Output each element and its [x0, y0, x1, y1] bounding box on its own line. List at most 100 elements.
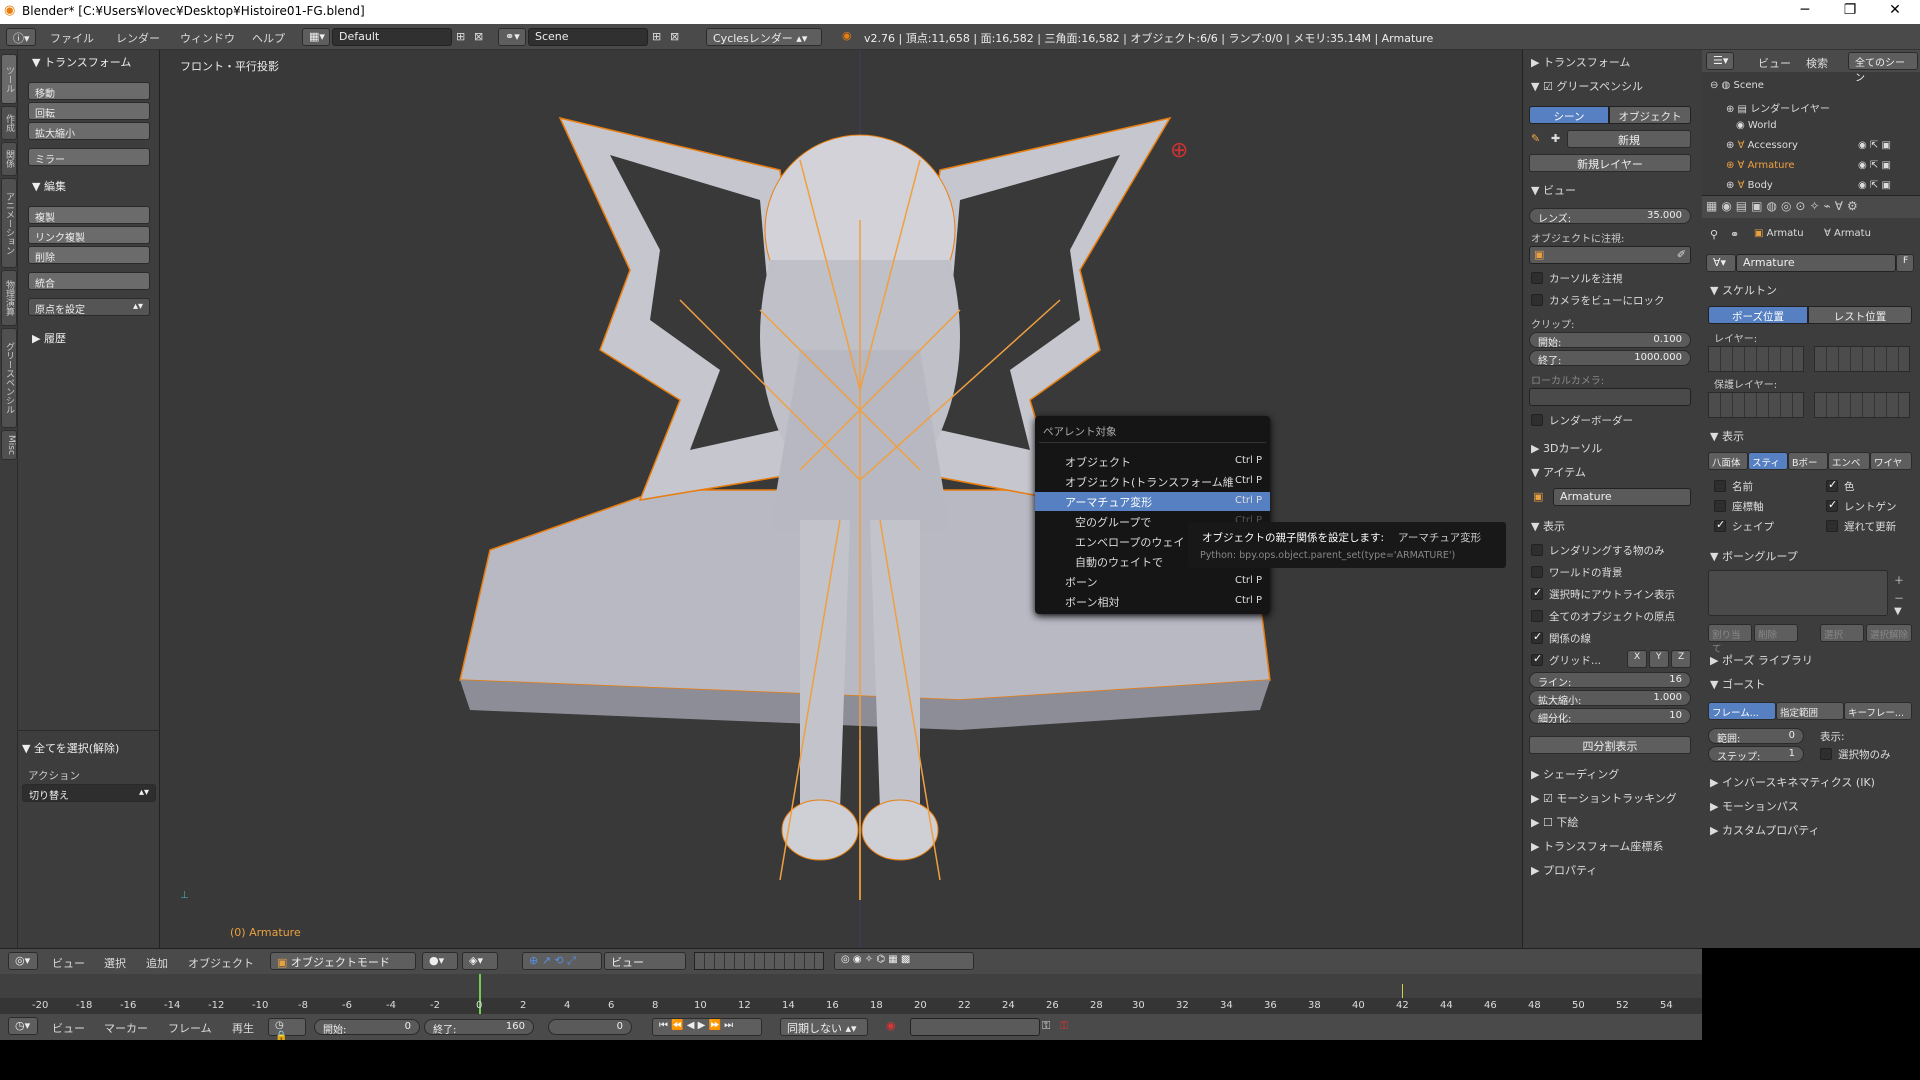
tab-grease-pencil[interactable]: グリースペンシル [1, 328, 17, 428]
display-envelope-tab[interactable]: エンベ [1828, 452, 1870, 470]
scale-button[interactable]: 拡大縮小 [28, 122, 150, 140]
preview-range-icon[interactable]: ◷ 🔒 [268, 1018, 306, 1042]
frame-start-field[interactable]: 開始: 0 [314, 1019, 420, 1036]
history-header[interactable]: ▶ 履歴 [32, 330, 66, 346]
transform-orientation-select[interactable]: ビュー [604, 952, 686, 970]
close-button[interactable]: ✕ [1880, 2, 1910, 18]
visibility-icon[interactable]: ◉ ⇱ ▣ [1858, 180, 1891, 191]
menu-help[interactable]: ヘルプ [252, 30, 285, 46]
add-group-icon[interactable]: ＋ [1894, 572, 1904, 587]
remove-scene-icon[interactable]: ⊠ [670, 30, 679, 43]
add-layout-icon[interactable]: ⊞ [456, 30, 465, 43]
tl-frame-menu[interactable]: フレーム [168, 1020, 212, 1036]
view-menu[interactable]: ビュー [52, 955, 85, 971]
axis-x-toggle[interactable]: X [1627, 650, 1647, 668]
context-icons[interactable]: ▦◉▤▣◍◎⊙✧⌁∀⚙ [1706, 199, 1862, 213]
rp-transform-header[interactable]: ▶ トランスフォーム [1531, 54, 1630, 70]
axes-checkbox[interactable] [1714, 500, 1726, 512]
grid-subdiv-field[interactable]: 細分化: 10 [1529, 708, 1691, 725]
custom-props-header[interactable]: ▶ カスタムプロパティ [1710, 822, 1820, 838]
item-name-field[interactable]: Armature [1553, 488, 1691, 506]
grid-scale-field[interactable]: 拡大縮小: 1.000 [1529, 690, 1691, 707]
pivot-select[interactable]: ◈▾ [462, 952, 498, 970]
display-header[interactable]: ▼ 表示 [1710, 428, 1744, 444]
bone-groups-list[interactable] [1708, 570, 1888, 616]
local-camera-field[interactable] [1529, 388, 1691, 406]
shapes-checkbox[interactable] [1714, 518, 1726, 532]
edit-header[interactable]: ▼ 編集 [32, 178, 66, 194]
shading-select[interactable]: ●▾ [422, 952, 458, 970]
all-scenes-select[interactable]: 全てのシーン [1848, 52, 1918, 84]
mode-select[interactable]: ▣ オブジェクトモード [270, 952, 416, 970]
display-octahedral-tab[interactable]: 八面体 [1708, 452, 1748, 470]
rp-view-header[interactable]: ▼ ビュー [1531, 182, 1576, 198]
rp-grease-header[interactable]: ▼ ☑ グリースペンシル [1531, 78, 1643, 94]
ik-header[interactable]: ▶ インバースキネマティクス (IK) [1710, 774, 1875, 790]
bone-layers-grid-2[interactable] [1814, 346, 1910, 372]
display-stick-tab[interactable]: スティ [1748, 452, 1788, 470]
outliner-type-icon[interactable]: ☰▾ [1706, 52, 1734, 70]
ghost-range-field[interactable]: 範囲: 0 [1708, 728, 1804, 745]
delete-button[interactable]: 削除 [28, 246, 150, 264]
remove-button[interactable]: 削除 [1754, 624, 1798, 642]
3d-cursor-icon[interactable]: ⊕ [1170, 138, 1188, 163]
selected-only-checkbox[interactable] [1820, 748, 1832, 760]
skeleton-header[interactable]: ▼ スケルトン [1710, 282, 1777, 298]
tl-marker-menu[interactable]: マーカー [104, 1020, 148, 1036]
group-menu-icon[interactable]: ▼ [1894, 606, 1902, 617]
manipulator-buttons[interactable]: ⊕ ↗ ⟲ ⤢ [522, 952, 602, 970]
parent-armature-deform-item[interactable]: アーマチュア変形 Ctrl P [1035, 492, 1270, 511]
remove-layout-icon[interactable]: ⊠ [474, 30, 483, 43]
duplicate-button[interactable]: 複製 [28, 206, 150, 224]
deselect-button[interactable]: 選択解除 [1866, 624, 1912, 642]
tab-animation[interactable]: アニメーション [1, 178, 17, 268]
outliner-world-item[interactable]: ◉ World [1736, 120, 1777, 131]
transform-header[interactable]: ▼ トランスフォーム [32, 54, 131, 70]
axis-z-toggle[interactable]: Z [1671, 650, 1691, 668]
new-button[interactable]: 新規 [1567, 130, 1691, 148]
delay-checkbox[interactable] [1826, 520, 1838, 532]
rp-item-header[interactable]: ▼ アイテム [1531, 464, 1586, 480]
rp-motion-header[interactable]: ▶ ☑ モーショントラッキング [1531, 790, 1677, 806]
parent-bone-relative-item[interactable]: ボーン相対 Ctrl P [1035, 592, 1270, 611]
new-layer-button[interactable]: 新規レイヤー [1529, 154, 1691, 172]
display-bbone-tab[interactable]: Bボー [1788, 452, 1828, 470]
add-icon[interactable]: ✚ [1551, 132, 1560, 145]
select-button[interactable]: 選択 [1820, 624, 1864, 642]
menu-file[interactable]: ファイル [50, 30, 94, 46]
menu-window[interactable]: ウィンドウ [180, 30, 235, 46]
timeline-editor-icon[interactable]: ◷▾ [8, 1017, 38, 1035]
layer-buttons[interactable] [694, 952, 824, 970]
parent-bone-item[interactable]: ボーン Ctrl P [1035, 572, 1270, 591]
breadcrumb-object[interactable]: ▣ Armatu [1754, 228, 1804, 239]
tab-tools[interactable]: ツール [1, 54, 17, 104]
add-menu[interactable]: 追加 [146, 955, 168, 971]
rp-display-header[interactable]: ▼ 表示 [1531, 518, 1565, 534]
snap-tools[interactable]: ◎ ◉ ✧ ⌬ ▦ ▩ [834, 952, 974, 970]
fake-user-button[interactable]: F [1896, 254, 1914, 272]
ghost-step-field[interactable]: ステップ: 1 [1708, 746, 1804, 763]
rest-position-tab[interactable]: レスト位置 [1808, 306, 1912, 324]
minimize-button[interactable]: ─ [1790, 2, 1820, 18]
scene-tab[interactable]: シーン [1529, 106, 1609, 124]
rotate-button[interactable]: 回転 [28, 102, 150, 120]
grid-lines-field[interactable]: ライン: 16 [1529, 672, 1691, 689]
scene-field[interactable]: Scene [528, 28, 648, 46]
lock-cursor-checkbox[interactable] [1531, 272, 1543, 284]
axis-y-toggle[interactable]: Y [1649, 650, 1669, 668]
object-menu[interactable]: オブジェクト [188, 955, 254, 971]
lens-field[interactable]: レンズ: 35.000 [1529, 208, 1691, 225]
action-select[interactable]: 切り替え ▴▾ [22, 784, 156, 802]
display-wire-tab[interactable]: ワイヤ [1870, 452, 1912, 470]
visibility-icon[interactable]: ◉ ⇱ ▣ [1858, 140, 1891, 151]
rp-orient-header[interactable]: ▶ トランスフォーム座標系 [1531, 838, 1663, 854]
outliner-accessory-item[interactable]: ⊕ ∀ Accessory [1726, 140, 1798, 151]
grid-floor-checkbox[interactable] [1531, 652, 1543, 666]
tl-view-menu[interactable]: ビュー [52, 1020, 85, 1036]
select-menu[interactable]: 選択 [104, 955, 126, 971]
clip-start-field[interactable]: 開始: 0.100 [1529, 332, 1691, 349]
rp-shading-header[interactable]: ▶ シェーディング [1531, 766, 1619, 782]
timeline[interactable]: -20 -18 -16 -14 -12 -10 -8 -6 -4 -2 0 2 … [0, 974, 1702, 1014]
breadcrumb-armature[interactable]: ∀ Armatu [1824, 228, 1871, 239]
keyframe-insert-icon[interactable]: ⚿ [1042, 1019, 1050, 1033]
